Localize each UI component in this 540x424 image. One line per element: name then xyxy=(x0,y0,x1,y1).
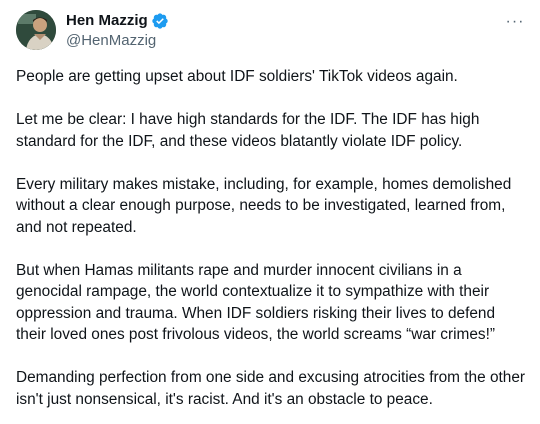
more-horizontal-icon[interactable]: ··· xyxy=(504,12,526,32)
tweet-card: Hen Mazzig @HenMazzig ··· People are get… xyxy=(0,0,540,424)
tweet-paragraph-4: But when Hamas militants rape and murder… xyxy=(16,261,496,344)
tweet-paragraph-2: Let me be clear: I have high standards f… xyxy=(16,111,480,150)
tweet-header: Hen Mazzig @HenMazzig xyxy=(16,10,540,54)
display-name[interactable]: Hen Mazzig xyxy=(66,11,148,31)
tweet-text: People are getting upset about IDF soldi… xyxy=(16,66,526,410)
tweet-paragraph-5: Demanding perfection from one side and e… xyxy=(16,369,526,408)
name-row: Hen Mazzig xyxy=(66,11,169,31)
avatar[interactable] xyxy=(16,10,56,50)
avatar-photo-icon xyxy=(16,10,56,50)
author-block: Hen Mazzig @HenMazzig xyxy=(66,10,169,51)
verified-badge-icon[interactable] xyxy=(151,12,169,30)
handle[interactable]: @HenMazzig xyxy=(66,31,169,51)
tweet-paragraph-1: People are getting upset about IDF soldi… xyxy=(16,68,458,85)
tweet-paragraph-3: Every military makes mistake, including,… xyxy=(16,175,512,236)
